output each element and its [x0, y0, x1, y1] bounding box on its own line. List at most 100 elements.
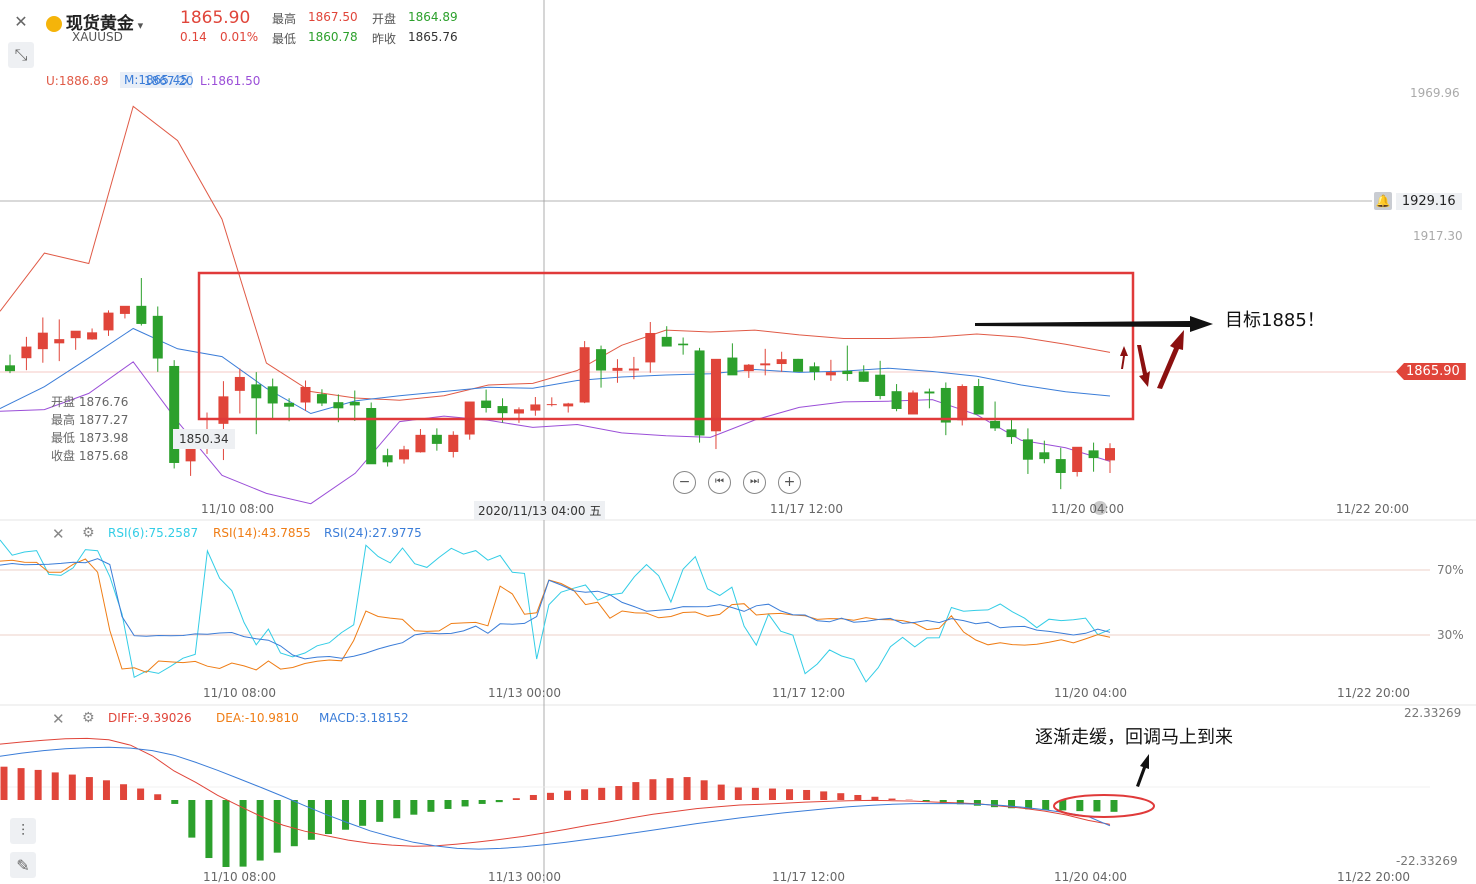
macd-settings-icon[interactable]: ⚙ — [82, 710, 95, 726]
collapse-icon[interactable]: ⤡ — [8, 42, 34, 68]
macd-bar — [701, 780, 708, 800]
jump-start-icon[interactable]: ⏮ — [708, 471, 731, 494]
macd-bar — [684, 777, 691, 800]
macd-line-DEA — [0, 747, 1110, 849]
gold-coin-icon — [46, 16, 62, 32]
low-label: 最低 — [272, 30, 296, 47]
macd-bar — [35, 770, 42, 800]
macd-bar — [410, 800, 417, 815]
candle-body — [498, 406, 508, 413]
macd-bar — [598, 788, 605, 800]
close-icon[interactable]: ✕ — [8, 8, 34, 34]
candle-body — [514, 409, 524, 413]
jump-end-icon[interactable]: ⏭ — [743, 471, 766, 494]
candle-body — [284, 403, 294, 407]
macd-bar — [1042, 800, 1049, 810]
macd-bar — [479, 800, 486, 804]
high-label: 最高 — [272, 10, 296, 27]
price-axis-top: 1969.96 — [1410, 86, 1460, 100]
candle-body — [1006, 429, 1016, 437]
rsi-time-2: 11/13 00:00 — [488, 686, 561, 700]
candle-body — [596, 349, 606, 370]
macd-bar — [820, 791, 827, 800]
rsi-time-4: 11/20 04:00 — [1054, 686, 1127, 700]
candle-body — [974, 386, 984, 414]
macd-bar — [581, 789, 588, 800]
rsi-time-3: 11/17 12:00 — [772, 686, 845, 700]
candle-body — [859, 371, 869, 381]
candle-body — [268, 386, 278, 403]
rsi-settings-icon[interactable]: ⚙ — [82, 525, 95, 541]
zoom-out-icon[interactable]: − — [673, 471, 696, 494]
macd-axis-min: -22.33269 — [1396, 854, 1458, 868]
alert-price: 1929.16 — [1396, 193, 1462, 210]
macd-bar — [342, 800, 349, 830]
candle-body — [481, 401, 491, 408]
time-tick-5: 11/22 20:00 — [1336, 502, 1409, 516]
macd-bar — [735, 787, 742, 800]
candle-body — [892, 391, 902, 409]
macd-bar — [649, 779, 656, 800]
candle-body — [1039, 452, 1049, 459]
candle-body — [71, 331, 81, 338]
pencil-icon[interactable]: ✎ — [10, 852, 36, 878]
time-tick-3: 11/17 12:00 — [770, 502, 843, 516]
macd-close-icon[interactable]: ✕ — [52, 710, 65, 728]
open-label: 开盘 — [372, 10, 396, 27]
macd-bar — [496, 800, 503, 802]
macd-bar — [154, 794, 161, 800]
indicator-icon[interactable]: ⫶ — [10, 818, 36, 844]
candle-body — [842, 371, 852, 374]
chart-nav: − ⏮ ⏭ + — [673, 471, 801, 494]
macd-bar — [462, 800, 469, 806]
macd-highlight-ellipse — [1054, 795, 1154, 817]
candle-body — [87, 332, 97, 339]
macd-bar — [837, 793, 844, 800]
macd-time-1: 11/10 08:00 — [203, 870, 276, 884]
boll-middle-overlap: 1867.20 — [144, 74, 194, 88]
macd-bar — [376, 800, 383, 822]
candle-body — [1023, 439, 1033, 459]
price-alert[interactable]: 🔔 1929.16 — [1374, 192, 1462, 210]
price: 1865.90 — [180, 8, 250, 28]
time-tick-4: 11/20 04:00 — [1051, 502, 1124, 516]
rsi-line-RSI(6) — [0, 540, 1110, 682]
candle-body — [104, 313, 114, 331]
candle-body — [678, 344, 688, 346]
current-price: 1865.90 — [1396, 363, 1466, 380]
macd-bar — [52, 772, 59, 800]
candle-body — [301, 387, 311, 403]
zoom-in-icon[interactable]: + — [778, 471, 801, 494]
bollinger-bands — [0, 106, 1110, 503]
macd-bar — [69, 775, 76, 800]
macd-bar — [871, 797, 878, 800]
high-value: 1867.50 — [308, 10, 358, 24]
macd-up-arrow — [1136, 754, 1149, 787]
candle-body — [990, 421, 1000, 428]
candle-body — [777, 359, 787, 364]
macd-bar — [291, 800, 298, 846]
macd-bar — [205, 800, 212, 858]
candle-body — [645, 333, 655, 362]
candle-body — [1072, 447, 1082, 472]
symbol: XAUUSD — [72, 30, 123, 44]
price-axis-mid: 1917.30 — [1413, 229, 1463, 243]
macd-bar — [445, 800, 452, 809]
macd-time-2: 11/13 00:00 — [488, 870, 561, 884]
dropdown-icon[interactable]: ▾ — [138, 19, 144, 32]
up-arrow-small — [1120, 346, 1128, 369]
rsi-close-icon[interactable]: ✕ — [52, 525, 65, 543]
prev-close-value: 1865.76 — [408, 30, 458, 44]
low-marker: 1850.34 — [173, 429, 235, 449]
rsi-lines — [0, 540, 1110, 682]
macd-line-DIFF — [0, 738, 1110, 846]
candle-body — [875, 375, 885, 396]
macd-bars — [1, 767, 1118, 867]
candle-body — [957, 386, 967, 420]
macd-time-5: 11/22 20:00 — [1337, 870, 1410, 884]
macd-bar — [530, 795, 537, 800]
candle-body — [563, 403, 573, 406]
bell-icon[interactable]: 🔔 — [1374, 192, 1392, 210]
macd-bar — [257, 800, 264, 861]
tooltip-high: 最高 1877.27 — [51, 411, 128, 428]
